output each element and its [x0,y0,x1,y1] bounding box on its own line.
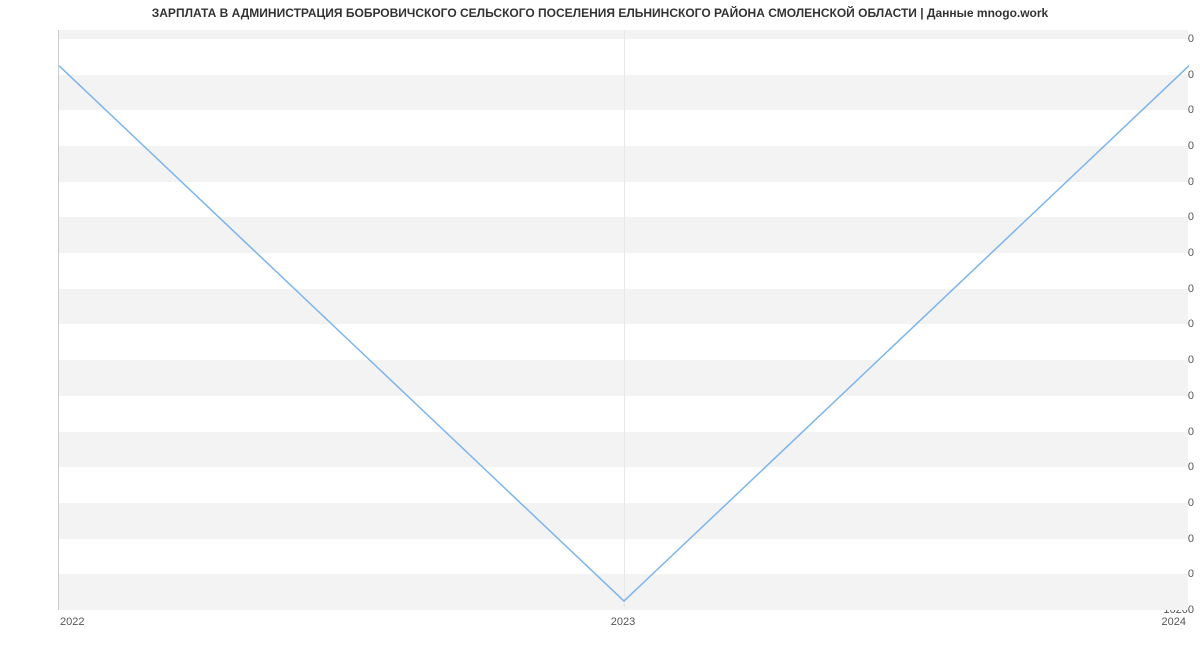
plot-area[interactable] [58,30,1188,610]
data-line [59,30,1189,610]
chart-title: ЗАРПЛАТА В АДМИНИСТРАЦИЯ БОБРОВИЧСКОГО С… [0,6,1200,20]
x-tick-label: 2022 [60,616,84,628]
x-tick-label: 2024 [1162,616,1186,628]
x-tick-label: 2023 [611,616,635,628]
salary-chart: ЗАРПЛАТА В АДМИНИСТРАЦИЯ БОБРОВИЧСКОГО С… [0,0,1200,650]
